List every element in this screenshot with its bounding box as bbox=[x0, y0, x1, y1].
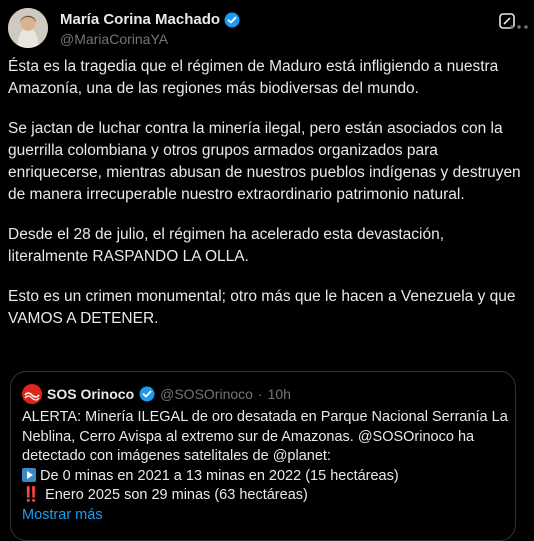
quote-header: SOS Orinoco @SOSOrinoco · 10h bbox=[22, 384, 291, 404]
quote-avatar[interactable] bbox=[22, 384, 42, 404]
meta-separator: · bbox=[257, 386, 263, 402]
tweet-paragraph: Se jactan de luchar contra la minería il… bbox=[8, 120, 521, 203]
double-exclamation-emoji-icon: ‼️ bbox=[22, 487, 40, 503]
quote-line: Neblina, Cerro Avispa al extremo sur de … bbox=[22, 428, 475, 445]
more-options-icon[interactable] bbox=[510, 16, 528, 29]
quoted-tweet[interactable]: SOS Orinoco @SOSOrinoco · 10h ALERTA: Mi… bbox=[10, 371, 516, 541]
verified-badge-icon bbox=[224, 12, 240, 28]
quote-line: De 0 minas en 2021 a 13 minas en 2022 (1… bbox=[40, 467, 399, 484]
tweet-paragraph: Desde el 28 de julio, el régimen ha acel… bbox=[8, 226, 444, 265]
tweet-text: Ésta es la tragedia que el régimen de Ma… bbox=[8, 56, 524, 348]
quote-text: ALERTA: Minería ILEGAL de oro desatada e… bbox=[22, 408, 508, 526]
quote-line-row: De 0 minas en 2021 a 13 minas en 2022 (1… bbox=[22, 467, 502, 487]
arrow-right-emoji-icon bbox=[22, 467, 36, 482]
verified-badge-icon bbox=[139, 386, 155, 402]
show-more-link[interactable]: Mostrar más bbox=[22, 506, 502, 526]
quote-line: detectado con imágenes satelitales de @p… bbox=[22, 448, 331, 464]
author-block: María Corina Machado @MariaCorinaYA bbox=[60, 11, 240, 47]
quote-line: Enero 2025 son 29 minas (63 hectáreas) bbox=[45, 487, 308, 503]
avatar[interactable] bbox=[8, 8, 48, 48]
author-name[interactable]: María Corina Machado bbox=[60, 11, 220, 28]
quote-timestamp[interactable]: 10h bbox=[268, 386, 291, 402]
quote-author-handle[interactable]: @SOSOrinoco bbox=[160, 386, 253, 402]
quote-author-name[interactable]: SOS Orinoco bbox=[47, 386, 134, 402]
tweet-paragraph: Esto es un crimen monumental; otro más q… bbox=[8, 288, 516, 327]
tweet-header: María Corina Machado @MariaCorinaYA bbox=[8, 8, 528, 48]
quote-line: ALERTA: Minería ILEGAL de oro desatada e… bbox=[22, 409, 508, 425]
quote-line-row: ‼️ Enero 2025 son 29 minas (63 hectáreas) bbox=[22, 486, 502, 506]
author-handle[interactable]: @MariaCorinaYA bbox=[60, 31, 240, 47]
tweet-paragraph: Ésta es la tragedia que el régimen de Ma… bbox=[8, 58, 499, 97]
